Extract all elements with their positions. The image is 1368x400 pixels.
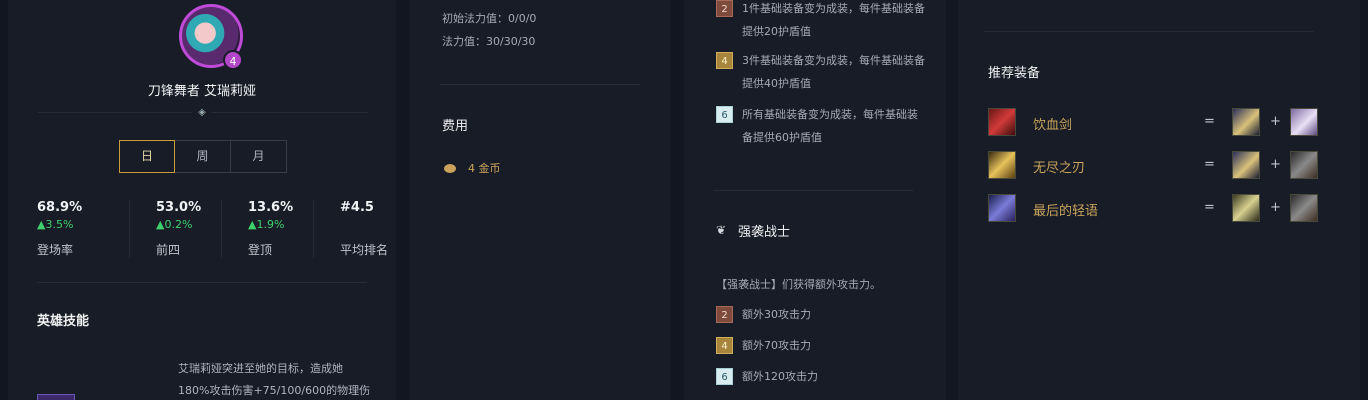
plus-sign: + <box>1270 114 1281 129</box>
item-name[interactable]: 饮血剑 <box>1033 114 1072 133</box>
item-row[interactable]: 饮血剑 = + <box>988 108 1319 138</box>
gold-amount: 4 金币 <box>468 162 501 175</box>
trait-tier-row: 2 额外30攻击力 <box>716 306 927 326</box>
last-whisper-icon[interactable] <box>988 194 1016 222</box>
tier-text: 1件基础装备变为成装，每件基础装备提供20护盾值 <box>742 2 925 38</box>
stat-label: 登顶 <box>248 243 273 257</box>
trait-tier-row: 4 3件基础装备变为成装，每件基础装备提供40护盾值 <box>716 52 927 95</box>
stat-win: 13.6% ▲1.9% 登顶 <box>221 200 313 258</box>
tier-badge: 2 <box>716 306 733 323</box>
stat-label: 登场率 <box>37 243 74 257</box>
initial-mana: 初始法力值：0/0/0 <box>442 12 537 25</box>
stat-top4: 53.0% ▲0.2% 前四 <box>129 200 221 258</box>
skill-description: 艾瑞莉娅突进至她的目标，造成她 180%攻击伤害+75/100/600的物理伤 <box>178 358 383 400</box>
cost-title: 费用 <box>442 119 469 134</box>
stat-delta: ▲3.5% <box>37 218 74 231</box>
tab-week[interactable]: 周 <box>175 140 231 173</box>
stat-label: 前四 <box>156 243 181 257</box>
item-row[interactable]: 最后的轻语 = + <box>988 194 1319 224</box>
item-name[interactable]: 无尽之刃 <box>1033 157 1085 176</box>
tier-badge: 6 <box>716 106 733 123</box>
bloodthirster-icon[interactable] <box>988 108 1016 136</box>
items-title: 推荐装备 <box>988 66 1041 81</box>
stat-value: 13.6% <box>248 200 294 215</box>
recurve-bow-icon[interactable] <box>1232 194 1260 222</box>
stat-value: #4.5 <box>340 200 374 215</box>
trait-tier-row: 4 额外70攻击力 <box>716 337 927 357</box>
tier-badge: 6 <box>716 368 733 385</box>
bf-sword-icon[interactable] <box>1232 108 1260 136</box>
trait-description: 【强袭战士】们获得额外攻击力。 <box>716 278 881 291</box>
trait-tier-row: 6 额外120攻击力 <box>716 368 927 388</box>
ornament-icon: ◈ <box>192 106 212 120</box>
tier-badge: 4 <box>716 52 733 69</box>
item-row[interactable]: 无尽之刃 = + <box>988 151 1319 181</box>
bf-sword-icon[interactable] <box>1232 151 1260 179</box>
stats-row: 68.9% ▲3.5% 登场率 53.0% ▲0.2% 前四 13.6% ▲1.… <box>37 200 405 258</box>
hero-name: 刀锋舞者 艾瑞莉娅 <box>147 84 257 99</box>
tier-badge: 2 <box>716 0 733 17</box>
infinity-edge-icon[interactable] <box>988 151 1016 179</box>
traits-panel: 2 1件基础装备变为成装，每件基础装备提供20护盾值 4 3件基础装备变为成装，… <box>684 0 946 400</box>
stat-value: 53.0% <box>156 200 202 215</box>
cost-badge: 4 <box>223 50 243 70</box>
stat-delta: ▲0.2% <box>156 218 193 231</box>
stat-value: 68.9% <box>37 200 83 215</box>
plus-sign: + <box>1270 200 1281 215</box>
tier-text: 额外30攻击力 <box>742 308 811 321</box>
hero-avatar: 4 <box>179 4 243 70</box>
skills-title: 英雄技能 <box>37 314 90 329</box>
mana: 法力值：30/30/30 <box>442 35 536 48</box>
stat-label: 平均排名 <box>340 243 389 257</box>
hero-panel: 4 刀锋舞者 艾瑞莉娅 ◈ 日 周 月 68.9% ▲3.5% 登场率 53.0… <box>8 0 396 400</box>
tier-text: 所有基础装备变为成装，每件基础装备提供60护盾值 <box>742 108 918 144</box>
trait-icon: ❦ <box>716 223 727 237</box>
divider <box>984 31 1314 32</box>
period-tabs: 日 周 月 <box>119 140 287 173</box>
tier-text: 3件基础装备变为成装，每件基础装备提供40护盾值 <box>742 54 925 90</box>
info-panel: 初始法力值：0/0/0 法力值：30/30/30 费用 4 金币 <box>410 0 670 400</box>
tab-month[interactable]: 月 <box>231 140 287 173</box>
trait-tier-row: 2 1件基础装备变为成装，每件基础装备提供20护盾值 <box>716 0 927 43</box>
item-name[interactable]: 最后的轻语 <box>1033 200 1098 219</box>
divider <box>714 190 914 191</box>
equals-sign: = <box>1204 114 1215 129</box>
skill-text-line: 180%攻击伤害+75/100/600的物理伤 <box>178 384 371 397</box>
skill-icon[interactable] <box>37 394 75 400</box>
tab-day[interactable]: 日 <box>119 140 175 173</box>
trait-name[interactable]: 强袭战士 <box>738 221 790 240</box>
divider <box>440 84 640 85</box>
equals-sign: = <box>1204 157 1215 172</box>
items-panel: 推荐装备 饮血剑 = + 无尽之刃 = + 最后的轻语 = + <box>958 0 1360 400</box>
skill-text-line: 艾瑞莉娅突进至她的目标，造成她 <box>178 362 343 375</box>
tier-badge: 4 <box>716 337 733 354</box>
gold-icon <box>444 163 456 173</box>
equals-sign: = <box>1204 200 1215 215</box>
stat-avg-place: #4.5 平均排名 <box>313 200 405 258</box>
negatron-cloak-icon[interactable] <box>1290 108 1318 136</box>
stat-pick-rate: 68.9% ▲3.5% 登场率 <box>37 200 129 258</box>
sparring-gloves-icon[interactable] <box>1290 194 1318 222</box>
divider <box>37 282 367 283</box>
trait-tier-row: 6 所有基础装备变为成装，每件基础装备提供60护盾值 <box>716 106 927 149</box>
tier-text: 额外120攻击力 <box>742 370 818 383</box>
plus-sign: + <box>1270 157 1281 172</box>
tier-text: 额外70攻击力 <box>742 339 811 352</box>
stat-delta: ▲1.9% <box>248 218 285 231</box>
sparring-gloves-icon[interactable] <box>1290 151 1318 179</box>
gold-cost: 4 金币 <box>444 160 501 176</box>
